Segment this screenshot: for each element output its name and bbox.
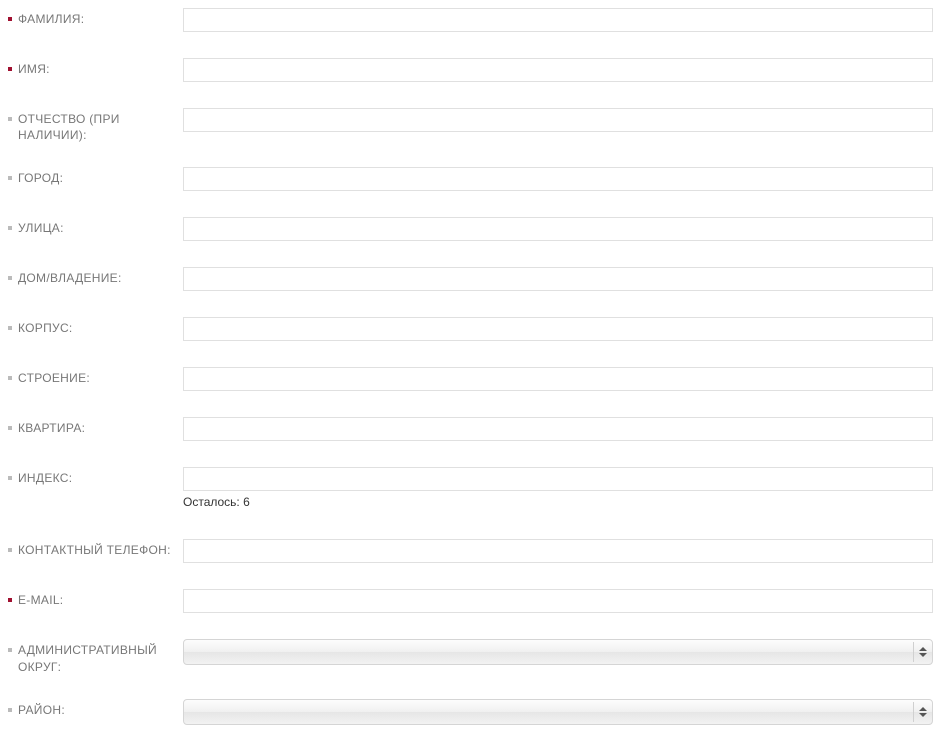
optional-bullet-icon bbox=[8, 376, 12, 380]
row-email: E-MAIL: bbox=[8, 589, 933, 615]
optional-bullet-icon bbox=[8, 426, 12, 430]
label-text-house: ДОМ/ВЛАДЕНИЕ: bbox=[18, 270, 122, 286]
required-bullet-icon bbox=[8, 17, 12, 21]
patronymic-input[interactable] bbox=[183, 108, 933, 132]
label-firstname: ИМЯ: bbox=[8, 58, 183, 77]
label-text-firstname: ИМЯ: bbox=[18, 61, 50, 77]
district-select-wrap bbox=[183, 639, 933, 665]
label-text-phone: КОНТАКТНЫЙ ТЕЛЕФОН: bbox=[18, 542, 171, 558]
email-input[interactable] bbox=[183, 589, 933, 613]
phone-input[interactable] bbox=[183, 539, 933, 563]
structure-input[interactable] bbox=[183, 367, 933, 391]
label-district: АДМИНИСТРАТИВНЫЙ ОКРУГ: bbox=[8, 639, 183, 674]
label-text-street: УЛИЦА: bbox=[18, 220, 64, 236]
optional-bullet-icon bbox=[8, 176, 12, 180]
house-input[interactable] bbox=[183, 267, 933, 291]
label-text-postal: ИНДЕКС: bbox=[18, 470, 72, 486]
row-apartment: КВАРТИРА: bbox=[8, 417, 933, 443]
label-email: E-MAIL: bbox=[8, 589, 183, 608]
required-bullet-icon bbox=[8, 67, 12, 71]
row-district: АДМИНИСТРАТИВНЫЙ ОКРУГ: bbox=[8, 639, 933, 674]
building-input[interactable] bbox=[183, 317, 933, 341]
apartment-input[interactable] bbox=[183, 417, 933, 441]
label-street: УЛИЦА: bbox=[8, 217, 183, 236]
label-region: РАЙОН: bbox=[8, 699, 183, 718]
label-text-patronymic: ОТЧЕСТВО (ПРИ НАЛИЧИИ): bbox=[18, 111, 173, 143]
label-text-city: ГОРОД: bbox=[18, 170, 63, 186]
required-bullet-icon bbox=[8, 598, 12, 602]
row-building: КОРПУС: bbox=[8, 317, 933, 343]
district-select[interactable] bbox=[183, 639, 933, 665]
row-patronymic: ОТЧЕСТВО (ПРИ НАЛИЧИИ): bbox=[8, 108, 933, 143]
region-select[interactable] bbox=[183, 699, 933, 725]
label-text-email: E-MAIL: bbox=[18, 592, 63, 608]
optional-bullet-icon bbox=[8, 326, 12, 330]
optional-bullet-icon bbox=[8, 548, 12, 552]
optional-bullet-icon bbox=[8, 226, 12, 230]
city-input[interactable] bbox=[183, 167, 933, 191]
postal-remaining-text: Осталось: 6 bbox=[183, 495, 933, 509]
row-structure: СТРОЕНИЕ: bbox=[8, 367, 933, 393]
surname-input[interactable] bbox=[183, 8, 933, 32]
row-region: РАЙОН: bbox=[8, 699, 933, 725]
label-structure: СТРОЕНИЕ: bbox=[8, 367, 183, 386]
optional-bullet-icon bbox=[8, 117, 12, 121]
postal-input[interactable] bbox=[183, 467, 933, 491]
label-text-surname: ФАМИЛИЯ: bbox=[18, 11, 84, 27]
label-house: ДОМ/ВЛАДЕНИЕ: bbox=[8, 267, 183, 286]
street-input[interactable] bbox=[183, 217, 933, 241]
label-text-apartment: КВАРТИРА: bbox=[18, 420, 85, 436]
row-surname: ФАМИЛИЯ: bbox=[8, 8, 933, 34]
label-text-building: КОРПУС: bbox=[18, 320, 73, 336]
row-phone: КОНТАКТНЫЙ ТЕЛЕФОН: bbox=[8, 539, 933, 565]
row-postal: ИНДЕКС: Осталось: 6 bbox=[8, 467, 933, 509]
row-street: УЛИЦА: bbox=[8, 217, 933, 243]
label-city: ГОРОД: bbox=[8, 167, 183, 186]
row-firstname: ИМЯ: bbox=[8, 58, 933, 84]
label-building: КОРПУС: bbox=[8, 317, 183, 336]
optional-bullet-icon bbox=[8, 708, 12, 712]
row-house: ДОМ/ВЛАДЕНИЕ: bbox=[8, 267, 933, 293]
label-surname: ФАМИЛИЯ: bbox=[8, 8, 183, 27]
label-apartment: КВАРТИРА: bbox=[8, 417, 183, 436]
optional-bullet-icon bbox=[8, 276, 12, 280]
optional-bullet-icon bbox=[8, 476, 12, 480]
label-text-district: АДМИНИСТРАТИВНЫЙ ОКРУГ: bbox=[18, 642, 173, 674]
firstname-input[interactable] bbox=[183, 58, 933, 82]
label-postal: ИНДЕКС: bbox=[8, 467, 183, 486]
label-text-region: РАЙОН: bbox=[18, 702, 65, 718]
label-phone: КОНТАКТНЫЙ ТЕЛЕФОН: bbox=[8, 539, 183, 558]
region-select-wrap bbox=[183, 699, 933, 725]
label-text-structure: СТРОЕНИЕ: bbox=[18, 370, 90, 386]
contact-form: ФАМИЛИЯ: ИМЯ: ОТЧЕСТВО (ПРИ НАЛИЧИИ): ГО… bbox=[8, 8, 933, 725]
row-city: ГОРОД: bbox=[8, 167, 933, 193]
label-patronymic: ОТЧЕСТВО (ПРИ НАЛИЧИИ): bbox=[8, 108, 183, 143]
